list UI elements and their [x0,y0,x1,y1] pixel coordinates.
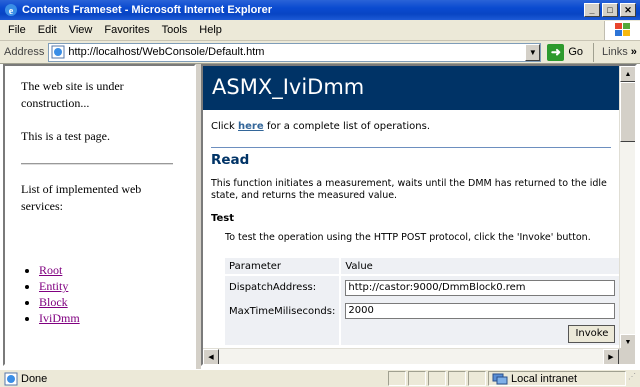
param-value-cell: http://castor:9000/DmmBlock0.rem [340,275,619,299]
status-pane [468,371,486,386]
menu-file[interactable]: File [2,24,32,36]
param-name-max-time: MaxTimeMiliseconds: [225,299,342,323]
list-item: Block [39,294,180,310]
page-icon [51,45,65,59]
right-frame: ASMX_IviDmm Click here for a complete li… [201,64,637,366]
click-prefix: Click [211,121,239,132]
status-pane [428,371,446,386]
test-description: To test the operation using the HTTP POS… [225,232,591,243]
status-pane [388,371,406,386]
list-item: Entity [39,278,180,294]
menu-tools[interactable]: Tools [156,24,194,36]
status-text: Done [21,372,48,385]
window-controls: _ □ ✕ [584,3,638,17]
chevron-down-icon[interactable]: ▼ [525,43,541,61]
services-heading: List of implemented web services: [21,182,142,213]
links-chevron-icon[interactable]: » [631,46,637,58]
windows-logo [604,20,640,40]
table-row: MaxTimeMiliseconds: 2000 [225,299,619,323]
divider [21,163,173,165]
link-entity[interactable]: Entity [39,279,68,293]
invoke-row: Invoke [225,323,619,345]
page-title: ASMX_IviDmm [203,66,619,110]
status-pane [408,371,426,386]
done-page-icon [4,372,18,385]
list-item: Root [39,262,180,278]
scroll-left-icon[interactable]: ◀ [203,349,219,364]
minimize-button[interactable]: _ [584,3,600,17]
go-label: Go [568,46,584,58]
construction-text: The web site is under construction... [21,79,124,110]
window-title: Contents Frameset - Microsoft Internet E… [22,4,272,16]
operation-description: This function initiates a measurement, w… [211,178,607,201]
address-url[interactable]: http://localhost/WebConsole/Default.htm [68,46,525,58]
svg-text:e: e [9,6,14,17]
resize-grip-icon[interactable]: ⋰ [628,372,640,386]
intranet-icon [492,373,508,384]
address-label: Address [4,46,45,58]
zone-label: Local intranet [511,372,578,385]
test-heading: Test [211,213,235,224]
dispatch-address-input[interactable]: http://castor:9000/DmmBlock0.rem [345,279,616,296]
left-frame: The web site is under construction... Th… [3,64,196,366]
windows-flag-icon [614,23,630,36]
empty-cell [225,323,342,345]
menu-help[interactable]: Help [193,24,228,36]
operations-hint: Click here for a complete list of operat… [211,121,619,132]
address-input[interactable]: http://localhost/WebConsole/Default.htm … [48,42,542,62]
link-ividmm[interactable]: IviDmm [39,311,80,325]
invoke-button[interactable]: Invoke [568,325,616,343]
maximize-button[interactable]: □ [602,3,618,17]
click-suffix: for a complete list of operations. [263,121,431,132]
column-header-parameter: Parameter [225,258,342,276]
status-bar: Done Local intranet ⋰ [0,369,640,387]
param-name-dispatch-address: DispatchAddress: [225,275,342,299]
list-item: IviDmm [39,310,180,326]
vertical-scrollbar[interactable]: ▲ ▼ [619,66,635,350]
operation-title: Read [211,147,611,168]
address-bar: Address http://localhost/WebConsole/Defa… [0,41,640,64]
parameter-table: Parameter Value DispatchAddress: http://… [225,258,619,345]
menu-favorites[interactable]: Favorites [98,24,155,36]
links-label[interactable]: Links [602,46,628,58]
toolbar-separator [593,42,595,62]
test-page-text: This is a test page. [21,129,110,143]
internet-explorer-icon: e [5,4,17,17]
table-row: DispatchAddress: http://castor:9000/DmmB… [225,275,619,299]
horizontal-scrollbar[interactable]: ◀ ▶ [203,348,619,364]
scrollbar-corner [619,348,635,364]
param-value-cell: 2000 [340,299,619,323]
menu-bar: File Edit View Favorites Tools Help [0,20,640,41]
go-arrow-icon: ➜ [547,43,565,61]
scroll-up-icon[interactable]: ▲ [620,66,635,82]
vertical-scroll-thumb[interactable] [620,82,635,142]
menu-view[interactable]: View [63,24,99,36]
here-link[interactable]: here [238,121,264,132]
max-time-input[interactable]: 2000 [345,303,616,319]
menu-edit[interactable]: Edit [32,24,63,36]
invoke-cell: Invoke [340,323,619,345]
services-list: Root Entity Block IviDmm [39,262,180,326]
link-root[interactable]: Root [39,263,62,277]
content-area: The web site is under construction... Th… [0,64,640,369]
right-frame-content: ASMX_IviDmm Click here for a complete li… [203,66,619,350]
status-pane [448,371,466,386]
go-button[interactable]: ➜ Go [547,43,584,61]
security-zone[interactable]: Local intranet [488,371,626,386]
close-button[interactable]: ✕ [620,3,636,17]
table-header-row: Parameter Value [225,258,619,276]
title-bar[interactable]: e Contents Frameset - Microsoft Internet… [0,0,640,20]
link-block[interactable]: Block [39,295,68,309]
scroll-right-icon[interactable]: ▶ [603,349,619,364]
column-header-value: Value [340,258,619,276]
